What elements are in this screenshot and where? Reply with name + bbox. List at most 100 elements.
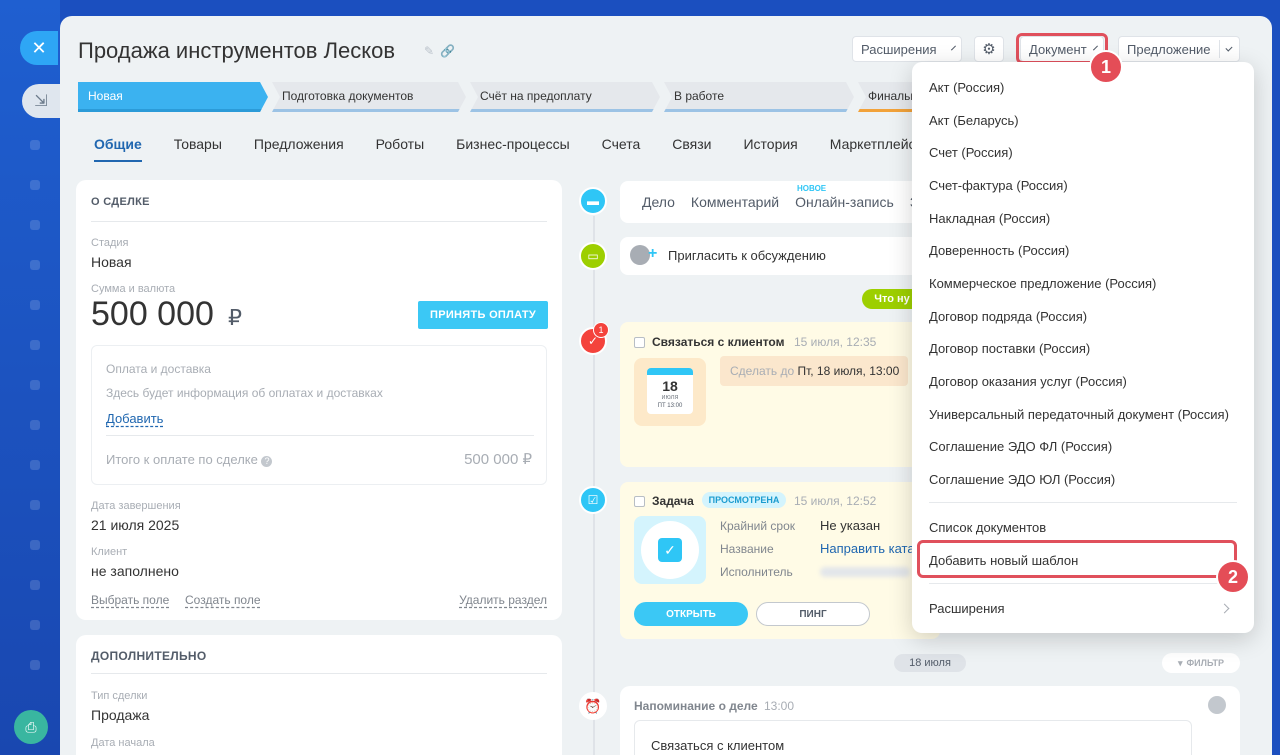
choose-field-link[interactable]: Выбрать поле xyxy=(91,593,169,607)
calendar-icon: 18 июля ПТ 13:00 xyxy=(634,358,706,426)
task-title[interactable]: Задача xyxy=(652,494,694,508)
payment-title: Оплата и доставка xyxy=(106,362,211,376)
menu-item-commercial-offer[interactable]: Коммерческое предложение (Россия) xyxy=(929,276,1156,291)
section-title: О СДЕЛКЕ xyxy=(91,196,150,208)
stage-item[interactable]: Счёт на предоплату xyxy=(470,82,660,112)
end-date-value[interactable]: 21 июля 2025 xyxy=(91,517,179,533)
invite-text: Пригласить к обсуждению xyxy=(668,248,826,263)
menu-item-service-contract[interactable]: Договор оказания услуг (Россия) xyxy=(929,374,1127,389)
executor-value-blurred[interactable] xyxy=(820,567,910,577)
chevron-down-icon xyxy=(1225,44,1233,51)
stage-value[interactable]: Новая xyxy=(91,254,132,270)
add-template-highlight xyxy=(917,540,1237,578)
extensions-button-label: Расширения xyxy=(861,41,937,57)
deadline-value: Не указан xyxy=(820,518,881,533)
pencil-icon[interactable]: ✎ xyxy=(424,44,440,58)
tab-business-processes[interactable]: Бизнес-процессы xyxy=(456,136,569,162)
client-value[interactable]: не заполнено xyxy=(91,563,179,579)
activity-tab-deal[interactable]: Дело xyxy=(642,194,675,210)
close-slider-button[interactable]: ✕ xyxy=(20,31,58,65)
tab-invoices[interactable]: Счета xyxy=(602,136,641,162)
menu-item-waybill[interactable]: Накладная (Россия) xyxy=(929,211,1050,226)
activity-tab-comment[interactable]: Комментарий xyxy=(691,194,779,210)
ping-button[interactable]: ПИНГ xyxy=(756,602,870,626)
task-checkbox[interactable] xyxy=(634,496,645,507)
menu-item-tax-invoice[interactable]: Счет-фактура (Россия) xyxy=(929,178,1068,193)
open-button[interactable]: ОТКРЫТЬ xyxy=(634,602,748,626)
menu-item-power-of-attorney[interactable]: Доверенность (Россия) xyxy=(929,243,1069,258)
menu-item-invoice-russia[interactable]: Счет (Россия) xyxy=(929,145,1013,160)
total-label-wrap: Итого к оплате по сделке ? xyxy=(106,452,273,467)
accept-payment-button[interactable]: ПРИНЯТЬ ОПЛАТУ xyxy=(418,301,548,329)
name-value-link[interactable]: Направить ката xyxy=(820,541,915,556)
stage-item[interactable]: Подготовка документов xyxy=(272,82,466,112)
currency-value: ₽ xyxy=(228,305,242,330)
stage-label: Финальн xyxy=(868,88,918,103)
add-user-icon xyxy=(630,245,650,265)
filter-button[interactable]: ▾ ФИЛЬТР xyxy=(1162,653,1240,673)
menu-item-upd[interactable]: Универсальный передаточный документ (Рос… xyxy=(929,407,1229,422)
create-field-link[interactable]: Создать поле xyxy=(185,593,261,607)
menu-item-supply-contract[interactable]: Договор поставки (Россия) xyxy=(929,341,1090,356)
task-checkbox[interactable] xyxy=(634,337,645,348)
menu-item-document-list[interactable]: Список документов xyxy=(929,520,1046,535)
deal-type-value[interactable]: Продажа xyxy=(91,707,149,723)
end-date-label: Дата завершения xyxy=(91,500,181,512)
tab-robots[interactable]: Роботы xyxy=(376,136,424,162)
tab-offers[interactable]: Предложения xyxy=(254,136,344,162)
deal-type-label: Тип сделки xyxy=(91,690,148,702)
activity-tab-online-booking[interactable]: Онлайн-запись xyxy=(795,194,894,210)
divider xyxy=(91,673,547,674)
payment-hint: Здесь будет информация об оплатах и дост… xyxy=(106,386,383,400)
task-list-icon: ☑ xyxy=(579,486,607,514)
due-date-chip[interactable]: Сделать до Пт, 18 июля, 13:00 xyxy=(720,356,908,386)
task-title[interactable]: Связаться с клиентом xyxy=(652,335,784,349)
tab-general[interactable]: Общие xyxy=(94,136,142,162)
menu-item-act-belarus[interactable]: Акт (Беларусь) xyxy=(929,113,1019,128)
minimize-slider-button[interactable]: ⇲ xyxy=(22,84,60,118)
print-button[interactable]: ⎙ xyxy=(14,710,48,744)
total-label: Итого к оплате по сделке xyxy=(106,452,258,467)
add-payment-link[interactable]: Добавить xyxy=(106,411,163,426)
stage-item[interactable]: В работе xyxy=(664,82,854,112)
tab-products[interactable]: Товары xyxy=(174,136,222,162)
deal-slider: Продажа инструментов Лесков ✎🔗 Расширени… xyxy=(60,16,1272,755)
stage-label: В работе xyxy=(674,88,725,103)
offer-button[interactable]: Предложение xyxy=(1118,36,1240,62)
help-icon[interactable]: ? xyxy=(261,456,273,467)
tab-links[interactable]: Связи xyxy=(672,136,711,162)
stage-label: Новая xyxy=(88,88,123,103)
menu-divider xyxy=(929,583,1237,584)
task-date: 15 июля, 12:52 xyxy=(794,494,877,508)
section-title: ДОПОЛНИТЕЛЬНО xyxy=(91,649,207,663)
tab-marketplace[interactable]: Маркетплейс xyxy=(830,136,916,162)
menu-item-extensions[interactable]: Расширения xyxy=(929,601,1005,616)
invite-bar[interactable]: + Пригласить к обсуждению xyxy=(620,237,940,275)
title-edit-icons[interactable]: ✎🔗 xyxy=(424,44,461,58)
menu-item-contract-work[interactable]: Договор подряда (Россия) xyxy=(929,309,1087,324)
extensions-button[interactable]: Расширения xyxy=(852,36,962,62)
reminder-title: Напоминание о деле xyxy=(634,699,758,713)
settings-button[interactable]: ⚙ xyxy=(974,36,1004,62)
total-value: 500 000 ₽ xyxy=(464,451,532,468)
avatar[interactable] xyxy=(1208,696,1226,714)
menu-item-edo-fl[interactable]: Соглашение ЭДО ФЛ (Россия) xyxy=(929,439,1112,454)
stage-item[interactable]: Новая xyxy=(78,82,268,112)
about-deal-card: О СДЕЛКЕ Стадия Новая Сумма и валюта 500… xyxy=(76,180,562,620)
task-date: 15 июля, 12:35 xyxy=(794,335,877,349)
calendar-month: июля xyxy=(661,394,679,401)
counter-badge: 1 xyxy=(593,322,609,338)
tab-history[interactable]: История xyxy=(743,136,797,162)
stage-label: Подготовка документов xyxy=(282,88,414,103)
menu-item-act-russia[interactable]: Акт (Россия) xyxy=(929,80,1004,95)
gear-icon: ⚙ xyxy=(982,41,996,58)
executor-label: Исполнитель xyxy=(720,565,793,579)
link-icon[interactable]: 🔗 xyxy=(440,44,461,58)
chat-icon: ▬ xyxy=(579,187,607,215)
delete-section-link[interactable]: Удалить раздел xyxy=(459,593,547,607)
collapse-icon: ⇲ xyxy=(34,93,48,110)
chevron-right-icon xyxy=(1219,603,1230,614)
menu-item-edo-ul[interactable]: Соглашение ЭДО ЮЛ (Россия) xyxy=(929,472,1115,487)
sum-value[interactable]: 500 000 xyxy=(91,295,214,334)
task-illustration: ✓ xyxy=(634,516,706,584)
